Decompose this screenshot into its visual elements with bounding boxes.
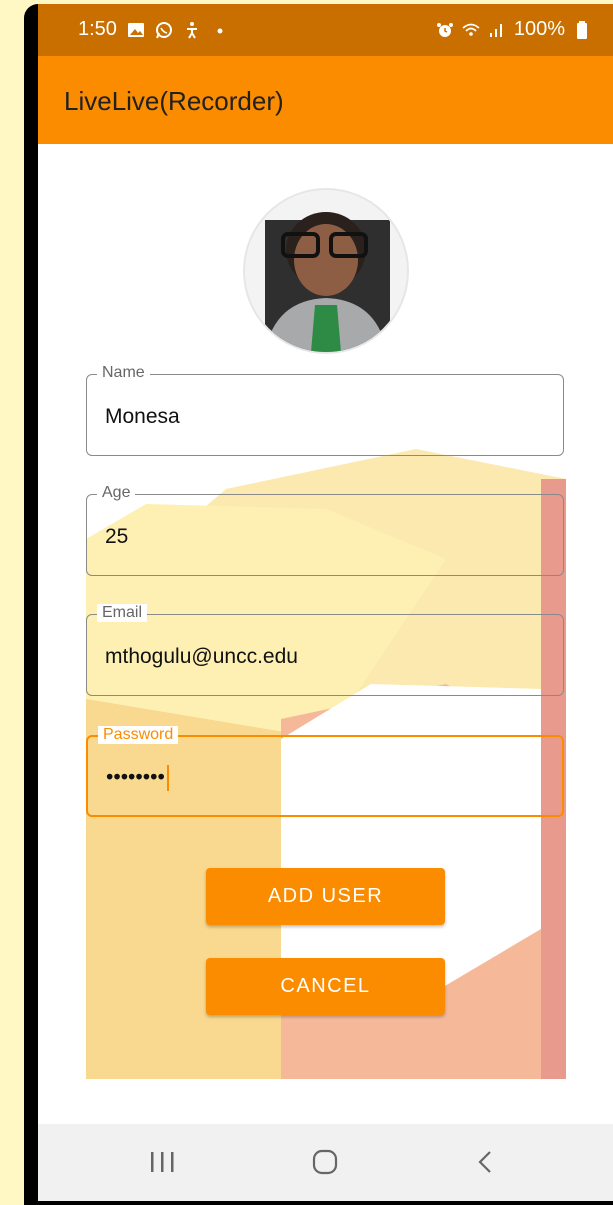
app-title: LiveLive(Recorder) xyxy=(64,86,284,116)
whatsapp-icon xyxy=(155,21,172,38)
email-label: Email xyxy=(97,604,148,622)
name-value: Monesa xyxy=(105,405,180,428)
user-avatar xyxy=(245,190,407,352)
password-value: •••••••• xyxy=(106,765,169,791)
battery-percentage: 100% xyxy=(513,18,565,40)
signal-icon xyxy=(489,23,502,37)
password-label: Password xyxy=(98,726,179,744)
avatar-photo xyxy=(245,190,407,352)
alarm-icon xyxy=(436,22,453,37)
password-dots: •••••••• xyxy=(106,765,165,789)
name-field[interactable]: Name Monesa xyxy=(86,364,564,456)
name-label: Name xyxy=(97,364,150,382)
age-label: Age xyxy=(97,484,136,502)
recent-apps-icon[interactable] xyxy=(143,1146,183,1178)
app-screen: 1:50 100% LiveLive(Recorder) Name Monesa… xyxy=(38,4,613,1201)
battery-icon xyxy=(577,20,587,39)
dot-icon xyxy=(217,28,223,33)
accessibility-icon xyxy=(186,21,197,39)
app-bar: LiveLive(Recorder) xyxy=(38,56,613,144)
cancel-button[interactable]: CANCEL xyxy=(206,958,445,1015)
home-icon[interactable] xyxy=(305,1146,345,1178)
wifi-icon xyxy=(462,23,480,36)
text-cursor xyxy=(166,765,169,791)
age-value: 25 xyxy=(105,525,129,548)
status-bar: 1:50 100% xyxy=(38,4,613,56)
status-time: 1:50 xyxy=(78,18,117,40)
email-value: mthogulu@uncc.edu xyxy=(105,645,298,668)
age-field[interactable]: Age 25 xyxy=(86,484,564,576)
gallery-icon xyxy=(127,22,144,37)
password-field[interactable]: Password •••••••• xyxy=(86,726,564,817)
system-nav-bar xyxy=(38,1124,613,1201)
back-icon[interactable] xyxy=(466,1146,506,1178)
email-field[interactable]: Email mthogulu@uncc.edu xyxy=(86,604,564,696)
add-user-button[interactable]: ADD USER xyxy=(206,868,445,925)
